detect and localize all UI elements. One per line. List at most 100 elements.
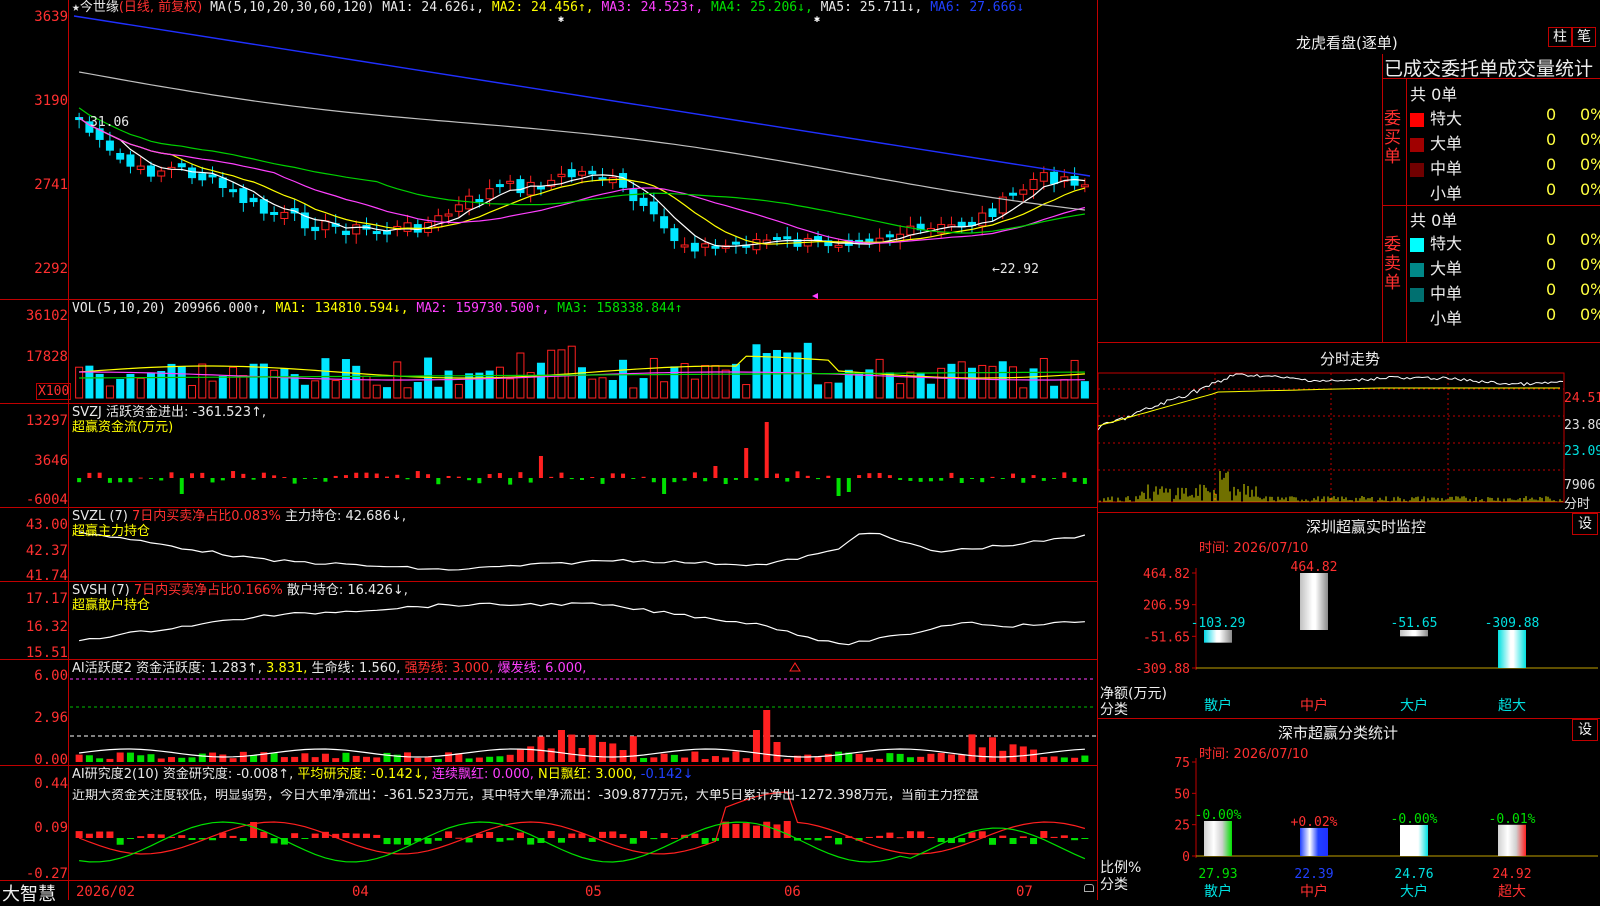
sell-color-swatch bbox=[1410, 237, 1424, 252]
sell-name: 小单 bbox=[1430, 309, 1463, 328]
sell-count: 0 bbox=[1546, 230, 1557, 249]
ai-activity-header: AI活跃度2 资金活跃度: 1.283↑, 3.831, 生命线: 1.560,… bbox=[72, 661, 587, 676]
buy-percent: 0% bbox=[1580, 105, 1600, 124]
svzj-tick: 13297 bbox=[25, 413, 68, 429]
price-chart-canvas: ✱ ✱ bbox=[70, 14, 1096, 863]
main-holding-line bbox=[78, 531, 1086, 571]
buy-orders-label: 委买单 bbox=[1384, 109, 1401, 167]
sz-category: 散户 bbox=[1204, 697, 1232, 714]
sell-row: 小单 0 0% bbox=[1410, 305, 1600, 328]
intraday-price-tick: 23.80 bbox=[1564, 418, 1600, 433]
buy-color-swatch bbox=[1410, 188, 1424, 202]
x-label: 04 bbox=[352, 884, 369, 900]
price-tick: 2741 bbox=[34, 177, 68, 193]
app-logo: 大智慧 bbox=[2, 884, 56, 905]
right-panel: 龙虎看盘(逐单) 柱笔 已成交委托单成交量统计 委买单 委卖单 共 0单 共 0… bbox=[1098, 0, 1600, 900]
sc-tick: 50 bbox=[1174, 787, 1190, 802]
price-tick: 3639 bbox=[34, 9, 68, 25]
ma3-value: MA3: 24.523↑, bbox=[601, 0, 704, 15]
svzj-tick: 3646 bbox=[34, 453, 68, 469]
lhb-title: 龙虎看盘(逐单) bbox=[1296, 34, 1398, 52]
sc-change-label: -0.00% bbox=[1391, 812, 1438, 827]
buy-percent: 0% bbox=[1580, 130, 1600, 149]
sell-orders-label: 委卖单 bbox=[1384, 235, 1401, 293]
sell-percent: 0% bbox=[1580, 305, 1600, 324]
sell-percent: 0% bbox=[1580, 280, 1600, 299]
sc-value-label: 24.92 bbox=[1492, 867, 1531, 882]
sz-tick: 464.82 bbox=[1143, 567, 1190, 582]
sc-change-label: -0.01% bbox=[1489, 812, 1536, 827]
sell-total: 共 0单 bbox=[1410, 211, 1458, 230]
x-label: 07 bbox=[1016, 884, 1033, 900]
buy-percent: 0% bbox=[1580, 155, 1600, 174]
star-icon: ★ bbox=[72, 0, 80, 15]
sell-name: 特大 bbox=[1430, 234, 1463, 253]
ma2-value: MA2: 24.456↑, bbox=[491, 0, 594, 15]
sz-bar bbox=[1300, 573, 1328, 630]
ma-label: MA(5,10,20,30,60,120) bbox=[210, 0, 375, 15]
svsh-header: SVSH (7) 7日内买卖净占比0.166% 散户持仓: 16.426↓, bbox=[72, 583, 408, 598]
pen-mode-button[interactable]: 笔 bbox=[1572, 27, 1596, 47]
x-label: 06 bbox=[784, 884, 801, 900]
kline-area[interactable]: ✱ ✱ ★今世缘(日线, 前复权) MA(5,10,20,30,60,120) M… bbox=[0, 0, 1098, 905]
ai-act-tick: 6.00 bbox=[34, 668, 68, 684]
svsh-subtitle: 超赢散户持仓 bbox=[72, 598, 151, 613]
sz-category: 中户 bbox=[1300, 697, 1328, 714]
sell-percent: 0% bbox=[1580, 255, 1600, 274]
arrow-up-marker bbox=[789, 662, 801, 672]
svzl-tick: 41.74 bbox=[25, 568, 68, 584]
price-tick: 2292 bbox=[34, 261, 68, 277]
sell-count: 0 bbox=[1546, 305, 1557, 324]
stats-title: 已成交委托单成交量统计 bbox=[1384, 58, 1594, 80]
chart-mode: (日线, 前复权) bbox=[118, 0, 203, 15]
event-marker[interactable]: ✱ bbox=[814, 14, 820, 25]
sz-bar bbox=[1204, 630, 1232, 643]
bar-mode-button[interactable]: 柱 bbox=[1548, 27, 1572, 47]
price-tick: 3190 bbox=[34, 93, 68, 109]
sz-category: 大户 bbox=[1400, 697, 1428, 714]
sell-color-swatch bbox=[1410, 287, 1424, 302]
intraday-price-tick: 23.09 bbox=[1564, 444, 1600, 459]
sell-count: 0 bbox=[1546, 280, 1557, 299]
buy-row: 中单 0 0% bbox=[1410, 155, 1600, 178]
sell-row: 特大 0 0% bbox=[1410, 230, 1600, 253]
buy-row: 特大 0 0% bbox=[1410, 105, 1600, 128]
svzl-header: SVZL (7) 7日内买卖净占比0.083% 主力持仓: 42.686↓, bbox=[72, 509, 406, 524]
research-green-line bbox=[79, 821, 1086, 863]
ma6-line bbox=[73, 15, 1091, 177]
high-price-label: 31.06 bbox=[90, 115, 130, 130]
intraday-chart[interactable] bbox=[1098, 364, 1600, 512]
sz-tick: -51.65 bbox=[1143, 630, 1190, 645]
sz-category: 超大 bbox=[1498, 698, 1526, 714]
buy-total: 共 0单 bbox=[1410, 85, 1458, 104]
ma5-value: MA5: 25.711↓, bbox=[820, 0, 923, 15]
sc-tick: 0 bbox=[1182, 850, 1190, 865]
buy-count: 0 bbox=[1546, 130, 1557, 149]
sc-category: 中户 bbox=[1300, 883, 1328, 900]
lock-icon[interactable] bbox=[1084, 884, 1094, 892]
sz-monitor-chart: 464.82 206.59 -51.65 -309.88 -103.29 散户 464.82… bbox=[1135, 560, 1598, 714]
sc-value-label: 27.93 bbox=[1198, 867, 1237, 882]
buy-name: 大单 bbox=[1430, 134, 1463, 153]
sc-bar bbox=[1400, 824, 1428, 856]
sc-tick: 75 bbox=[1174, 756, 1190, 771]
x-label: 05 bbox=[585, 884, 602, 900]
stock-name[interactable]: 今世缘 bbox=[80, 0, 119, 15]
svzj-subtitle: 超赢资金流(万元) bbox=[72, 420, 174, 435]
svzj-tick: -6004 bbox=[25, 492, 68, 508]
sc-stats-chart: 75 50 25 0 -0.00% 27.93散户 +0.02% 22.39中户 -0.00% 2… bbox=[1174, 756, 1598, 900]
svzj-header: SVZJ 活跃资金进出: -361.523↑, bbox=[72, 405, 267, 420]
ai-research-header: AI研究度2(10) 资金研究度: -0.008↑, 平均研究度: -0.142… bbox=[72, 767, 694, 782]
vol-tick: 36102 bbox=[25, 308, 68, 324]
event-marker[interactable]: ✱ bbox=[558, 14, 564, 25]
sc-value-label: 24.76 bbox=[1394, 867, 1433, 882]
intraday-vol-tick: 7906 bbox=[1564, 478, 1596, 493]
svsh-tick: 17.17 bbox=[25, 591, 68, 607]
ma6-value: MA6: 27.666↓ bbox=[930, 0, 1025, 15]
intraday-price-tick: 24.51 bbox=[1564, 391, 1600, 406]
sz-bar bbox=[1498, 630, 1526, 668]
vol-tick: 17828 bbox=[25, 349, 68, 365]
sc-bar bbox=[1300, 827, 1328, 856]
candlesticks bbox=[75, 112, 1089, 259]
sz-tick: -309.88 bbox=[1135, 662, 1190, 677]
